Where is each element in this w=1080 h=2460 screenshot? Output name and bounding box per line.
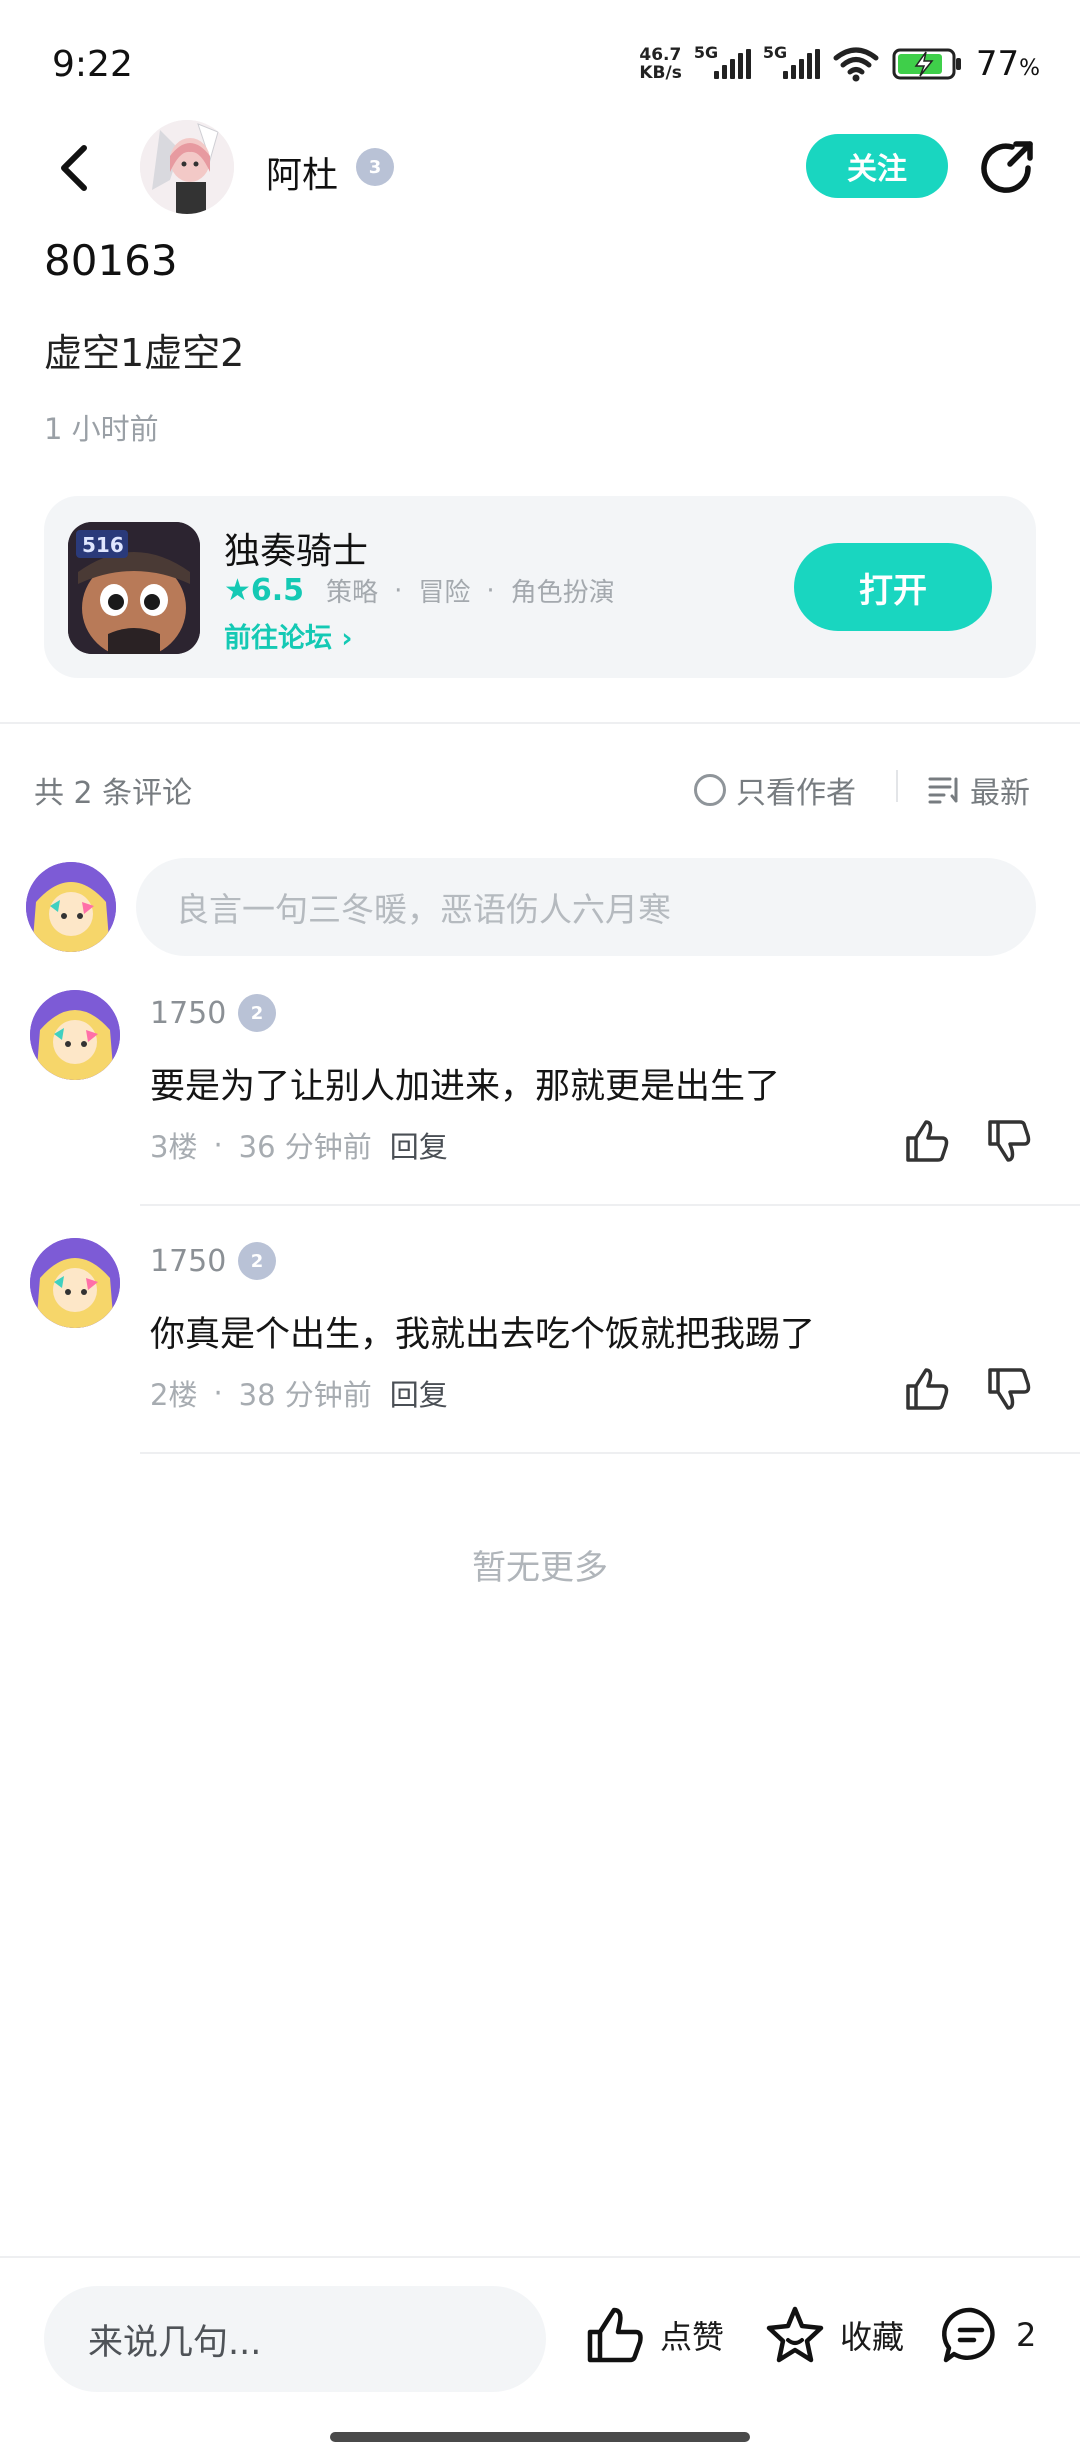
comment-bubble-icon (942, 2307, 995, 2363)
comment-input[interactable]: 良言一句三冬暖，恶语伤人六月寒 (136, 858, 1036, 956)
home-indicator[interactable] (330, 2432, 750, 2442)
comment-divider (140, 1204, 1080, 1206)
comment-count-label: 2 (1016, 2316, 1037, 2354)
comment-text: 你真是个出生，我就出去吃个饭就把我踢了 (150, 1315, 816, 1355)
tag-separator: · (394, 575, 403, 606)
section-divider (0, 722, 1080, 724)
only-author-label: 只看作者 (736, 776, 856, 811)
network-speed-unit: KB/s (639, 63, 682, 83)
game-icon-text: 516 (82, 533, 124, 557)
tag-separator: · (486, 575, 495, 606)
comment-divider (140, 1452, 1080, 1454)
battery-icon (892, 48, 961, 80)
share-icon[interactable] (978, 138, 1038, 198)
thumbs-up-icon[interactable] (902, 1116, 952, 1166)
game-card[interactable]: 516 独奏骑士 ★6.5 策略 · 冒险 · 角色扮演 前往论坛 › 打开 (44, 496, 1036, 678)
bottom-divider (0, 2256, 1080, 2258)
comment-time: 36 分钟前 (238, 1130, 372, 1164)
comment-text: 要是为了让别人加进来，那就更是出生了 (150, 1067, 781, 1107)
commenter-level-value: 2 (250, 1002, 264, 1024)
author-avatar[interactable] (140, 120, 234, 214)
network-type-label-2: 5G (762, 43, 788, 62)
comments-toolbar: 共 2 条评论 只看作者 最新 (0, 760, 1080, 820)
back-arrow-icon[interactable] (50, 140, 100, 196)
author-level-badge: 3 (356, 148, 394, 186)
reply-button[interactable]: 回复 (390, 1372, 448, 1414)
thumbs-down-icon[interactable] (984, 1116, 1034, 1166)
star-icon (766, 2306, 824, 2363)
collect-button[interactable]: 收藏 (764, 2304, 904, 2366)
comment-meta: 2楼 · 38 分钟前 回复 (150, 1372, 448, 1414)
comment-item: 1750 2 要是为了让别人加进来，那就更是出生了 3楼 · 36 分钟前 回复 (0, 990, 1080, 1220)
game-tag: 角色扮演 (510, 578, 615, 608)
sort-toggle[interactable]: 最新 (928, 768, 1030, 812)
game-meta: ★6.5 策略 · 冒险 · 角色扮演 (224, 572, 615, 609)
comment-time: 38 分钟前 (238, 1378, 372, 1412)
game-forum-link[interactable]: 前往论坛 › (224, 616, 353, 655)
comment-item: 1750 2 你真是个出生，我就出去吃个饭就把我踢了 2楼 · 38 分钟前 回… (0, 1238, 1080, 1468)
comment-floor: 3楼 (150, 1130, 198, 1164)
thumbs-up-icon (587, 2307, 643, 2363)
my-avatar[interactable] (26, 862, 116, 952)
network-speed-value: 46.7 (639, 45, 682, 65)
author-level-value: 3 (368, 156, 382, 178)
comment-floor: 2楼 (150, 1378, 198, 1412)
game-tag: 策略 (326, 578, 379, 608)
sort-icon (928, 777, 958, 804)
reply-button[interactable]: 回复 (390, 1124, 448, 1166)
post-time: 1 小时前 (44, 412, 159, 446)
toolbar-separator (896, 770, 898, 802)
commenter-avatar[interactable] (30, 1238, 120, 1328)
battery-percent-value: 77 (975, 44, 1020, 84)
status-right: 46.7 KB/s 5G 5G 77% (639, 43, 1040, 84)
sort-label: 最新 (970, 776, 1030, 811)
only-author-toggle[interactable]: 只看作者 (694, 768, 856, 812)
no-more-label: 暂无更多 (472, 1548, 608, 1588)
game-name[interactable]: 独奏骑士 (224, 522, 368, 574)
battery-percent-unit: % (1019, 56, 1040, 81)
status-time: 9:22 (52, 44, 133, 85)
comment-count-button[interactable]: 2 (940, 2304, 1036, 2366)
radio-icon[interactable] (694, 774, 726, 806)
game-icon[interactable]: 516 (68, 522, 200, 654)
wifi-icon (833, 47, 879, 82)
commenter-name[interactable]: 1750 (150, 996, 226, 1031)
collect-label: 收藏 (840, 2318, 905, 2356)
open-game-button[interactable]: 打开 (794, 543, 992, 631)
commenter-avatar[interactable] (30, 990, 120, 1080)
comment-meta: 3楼 · 36 分钟前 回复 (150, 1124, 448, 1166)
meta-separator: · (213, 1128, 223, 1162)
commenter-level-value: 2 (250, 1250, 264, 1272)
status-bar: 9:22 46.7 KB/s 5G 5G 77% (0, 0, 1080, 130)
like-button[interactable]: 点赞 (584, 2304, 724, 2366)
signal-icon: 5G (694, 43, 751, 79)
meta-separator: · (213, 1376, 223, 1410)
post-title: 80163 (44, 236, 178, 285)
commenter-level-badge: 2 (238, 1242, 276, 1280)
network-speed: 46.7 KB/s (639, 46, 681, 82)
bottom-comment-input[interactable]: 来说几句... (44, 2286, 546, 2392)
author-name[interactable]: 阿杜 (266, 146, 338, 198)
signal-icon-2: 5G (763, 43, 820, 79)
follow-button[interactable]: 关注 (806, 134, 948, 198)
post-body: 虚空1虚空2 (44, 331, 245, 375)
comment-count: 共 2 条评论 (34, 776, 193, 811)
thumbs-down-icon[interactable] (984, 1364, 1034, 1414)
battery-percent: 77% (976, 44, 1040, 84)
like-label: 点赞 (660, 2318, 725, 2356)
post-header: 阿杜 3 关注 (0, 120, 1080, 220)
commenter-level-badge: 2 (238, 994, 276, 1032)
game-rating: ★6.5 (224, 573, 305, 608)
thumbs-up-icon[interactable] (902, 1364, 952, 1414)
game-tag: 冒险 (418, 578, 471, 608)
commenter-name[interactable]: 1750 (150, 1244, 226, 1279)
network-type-label: 5G (693, 43, 719, 62)
